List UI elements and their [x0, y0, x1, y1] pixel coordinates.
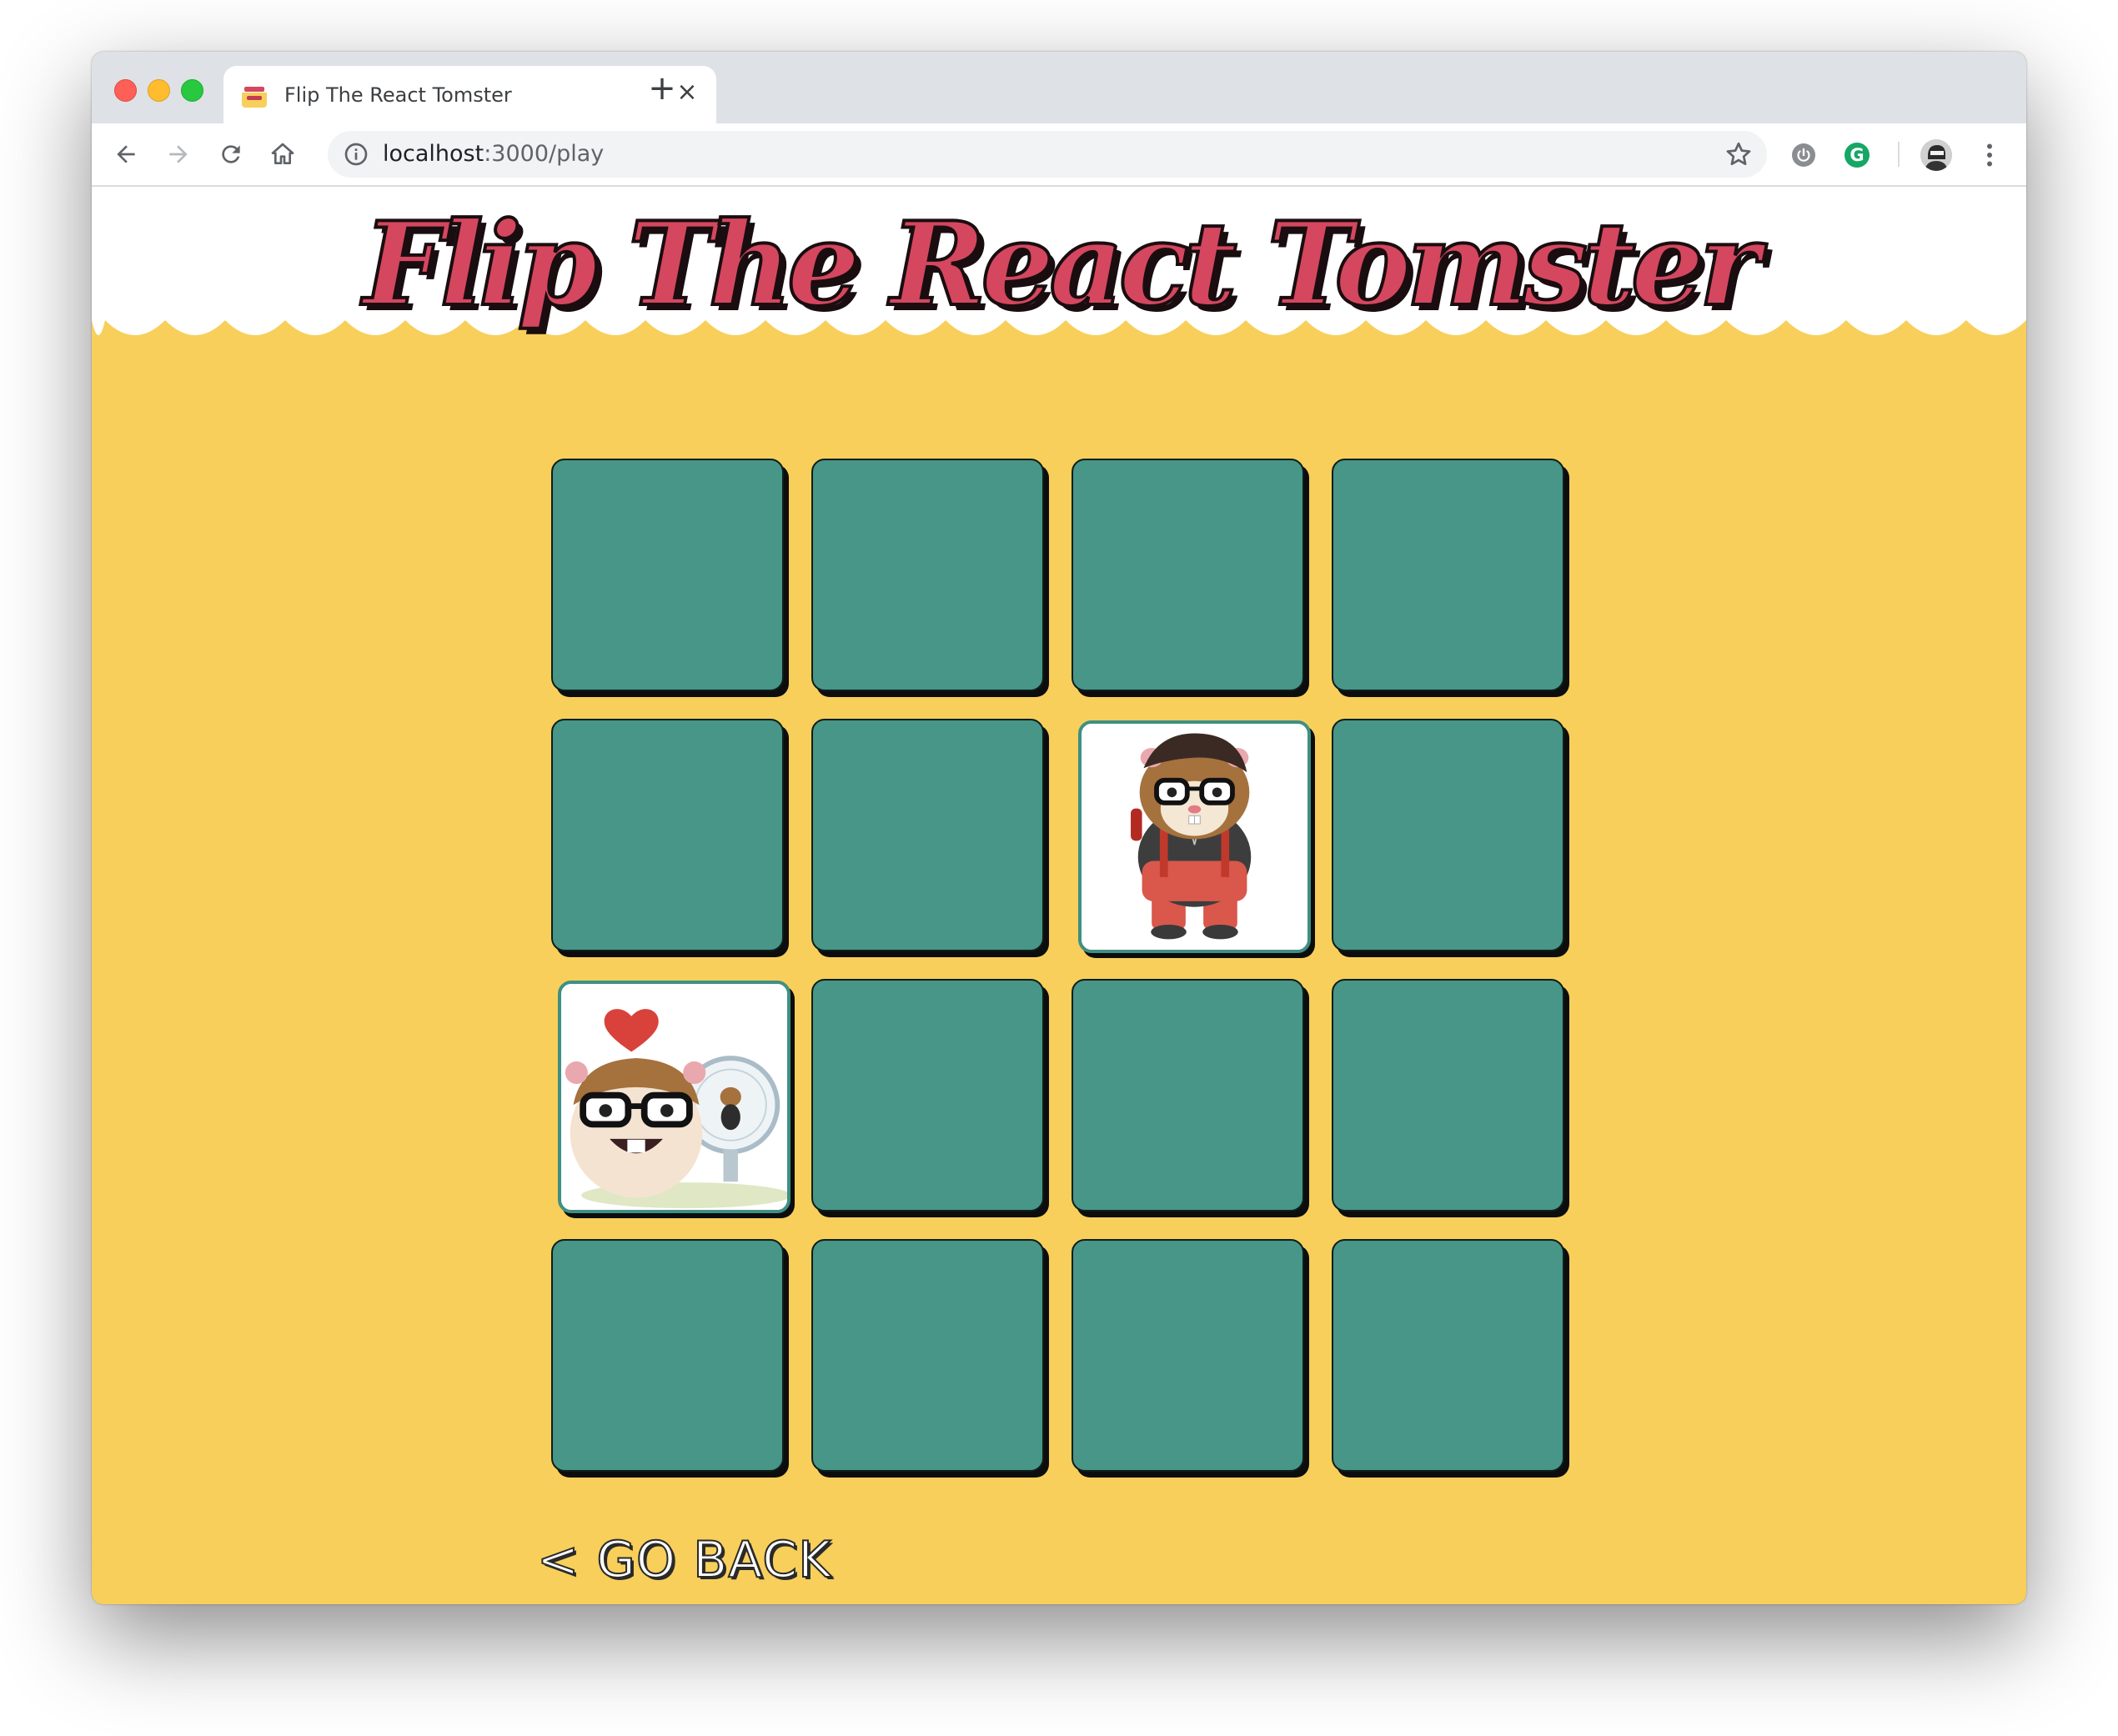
card-face-down[interactable]	[1072, 1239, 1304, 1472]
card-face-down[interactable]	[1332, 979, 1564, 1212]
browser-toolbar: localhost:3000/play G	[92, 123, 2026, 187]
close-window-button[interactable]	[114, 79, 137, 102]
forward-arrow-icon[interactable]	[158, 134, 198, 174]
favicon-icon	[242, 83, 267, 108]
card-face-down[interactable]	[811, 979, 1044, 1212]
card-face-down[interactable]	[1072, 979, 1304, 1212]
address-bar[interactable]: localhost:3000/play	[328, 131, 1767, 178]
tab-title: Flip The React Tomster	[284, 83, 512, 107]
page-content: Flip The React Tomster < GO BACK	[92, 187, 2026, 1604]
kebab-menu-icon[interactable]	[1975, 140, 2005, 170]
url-text: localhost:3000/play	[383, 141, 605, 167]
new-tab-button[interactable]: +	[644, 72, 680, 108]
bookmark-star-icon[interactable]	[1724, 139, 1754, 169]
page-header: Flip The React Tomster	[92, 187, 2026, 354]
profile-avatar[interactable]	[1920, 139, 1952, 171]
maximize-window-button[interactable]	[181, 79, 203, 102]
card-face-up[interactable]	[1078, 720, 1311, 953]
card-face-down[interactable]	[1072, 459, 1304, 691]
card-face-down[interactable]	[551, 719, 784, 951]
reload-icon[interactable]	[211, 134, 251, 174]
card-face-down[interactable]	[1332, 459, 1564, 691]
page-title: Flip The React Tomster	[362, 196, 1762, 332]
power-extension-icon[interactable]	[1792, 143, 1815, 167]
info-icon[interactable]	[343, 141, 369, 168]
card-face-down[interactable]	[811, 459, 1044, 691]
browser-tab-active[interactable]: Flip The React Tomster ×	[223, 66, 716, 123]
tab-strip: Flip The React Tomster × +	[92, 52, 2026, 123]
home-icon[interactable]	[263, 134, 303, 174]
game-board	[551, 459, 1577, 1484]
hamster-standing-suspenders-picture	[1085, 724, 1304, 950]
card-face-down[interactable]	[551, 1239, 784, 1472]
minimize-window-button[interactable]	[148, 79, 170, 102]
card-face-down[interactable]	[1332, 1239, 1564, 1472]
go-back-link[interactable]: < GO BACK	[536, 1530, 832, 1590]
toolbar-divider	[1898, 142, 1900, 167]
browser-window: Flip The React Tomster × + localhost:300…	[92, 52, 2026, 1604]
card-face-down[interactable]	[551, 459, 784, 691]
card-face-up[interactable]	[558, 981, 790, 1213]
card-face-down[interactable]	[811, 719, 1044, 951]
hamster-heart-wheel-picture	[565, 984, 787, 1210]
back-arrow-icon[interactable]	[106, 134, 146, 174]
card-face-down[interactable]	[811, 1239, 1044, 1472]
grammarly-extension-icon[interactable]: G	[1844, 143, 1870, 168]
card-face-down[interactable]	[1332, 719, 1564, 951]
